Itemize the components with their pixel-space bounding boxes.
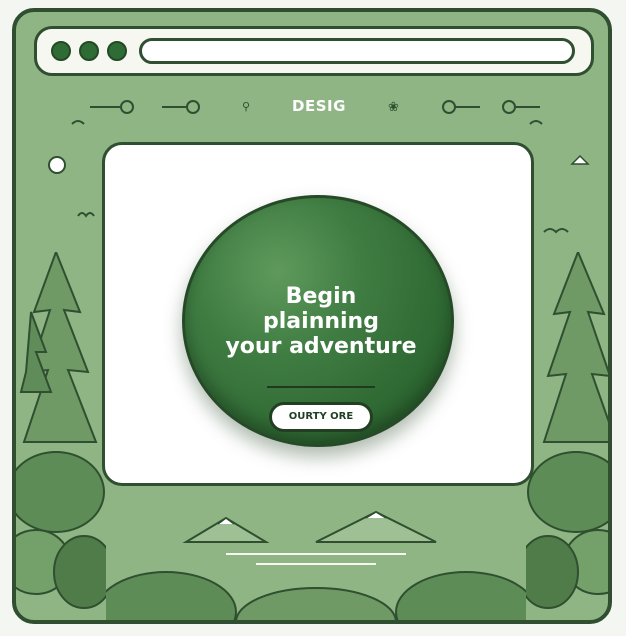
- address-bar[interactable]: [139, 38, 575, 64]
- landscape: [106, 510, 526, 620]
- slider-track: [454, 106, 480, 108]
- headline-line-1: Begin: [285, 284, 357, 309]
- start-planning-button[interactable]: Begin plainning your adventure OURTY ORE: [182, 195, 454, 447]
- content-card: Begin plainning your adventure OURTY ORE: [102, 142, 534, 486]
- slider-track: [162, 106, 188, 108]
- cta-button[interactable]: OURTY ORE: [269, 402, 373, 432]
- window-dot-1[interactable]: [51, 41, 71, 61]
- forest-right: [526, 252, 608, 609]
- slider-track: [90, 106, 120, 108]
- bird-icon: [543, 228, 569, 234]
- cloud-icon: [570, 154, 590, 165]
- headline-line-2: plainning: [263, 309, 379, 334]
- cloud-icon: [77, 212, 95, 218]
- browser-window: ⚲ DESIG ❀ Begin plainning your adventure…: [12, 8, 612, 624]
- bird-icon: [529, 120, 543, 125]
- bird-icon: [71, 120, 85, 125]
- headline-line-3: your adventure: [225, 334, 417, 359]
- slider-track: [514, 106, 540, 108]
- title-bar: [34, 26, 594, 76]
- divider: [267, 386, 375, 388]
- window-dot-3[interactable]: [107, 41, 127, 61]
- window-dot-2[interactable]: [79, 41, 99, 61]
- forest-left: [16, 252, 106, 609]
- headline: Begin plainning your adventure: [185, 284, 457, 359]
